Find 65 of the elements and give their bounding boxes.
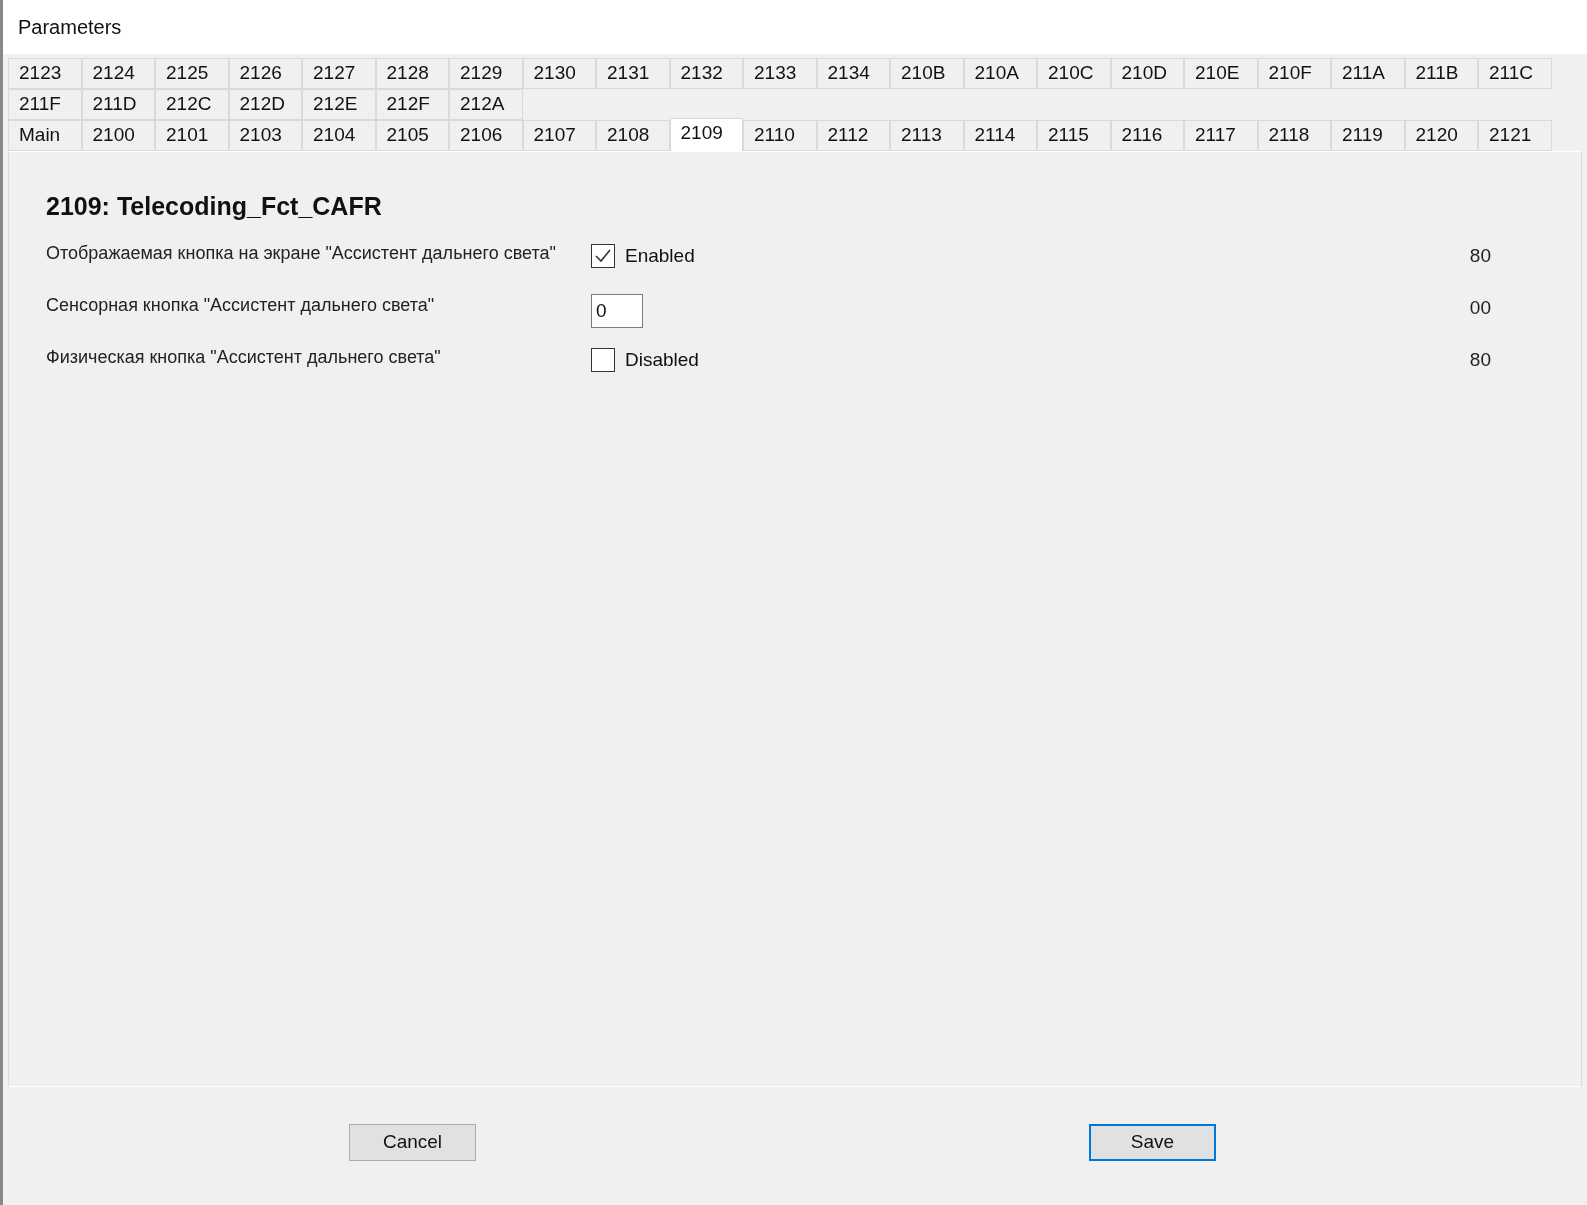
tab[interactable]: 2108 <box>596 120 670 151</box>
tab[interactable]: 2130 <box>522 58 596 89</box>
section-heading: 2109: Telecoding_Fct_CAFR <box>46 191 383 222</box>
tab[interactable]: 2112 <box>816 120 890 151</box>
tab[interactable]: 210C <box>1037 58 1111 89</box>
tab[interactable]: 212E <box>302 89 376 120</box>
checkbox[interactable] <box>591 243 615 268</box>
tab[interactable]: 2105 <box>375 120 449 151</box>
tab[interactable]: 210A <box>963 58 1037 89</box>
tab[interactable]: 2104 <box>302 120 376 151</box>
tab[interactable]: 2113 <box>890 120 964 151</box>
tab[interactable]: 212C <box>155 89 229 120</box>
tab[interactable]: Main <box>8 120 82 151</box>
tab[interactable]: 2103 <box>228 120 302 151</box>
tab[interactable]: 211A <box>1331 58 1405 89</box>
tab[interactable]: 2115 <box>1037 120 1111 151</box>
cancel-button[interactable]: Cancel <box>349 1123 476 1161</box>
tab[interactable]: 2110 <box>743 120 817 151</box>
tab[interactable]: 2124 <box>81 58 155 89</box>
input-field[interactable]: 0 <box>591 293 643 328</box>
tab[interactable]: 210F <box>1257 58 1331 89</box>
tab[interactable]: 211B <box>1404 58 1478 89</box>
tab[interactable]: 210B <box>890 58 964 89</box>
tab[interactable]: 2114 <box>963 120 1037 151</box>
tab[interactable]: 212A <box>449 89 523 120</box>
tab[interactable]: 2129 <box>449 58 523 89</box>
hex-value: 00 <box>1469 295 1491 320</box>
checkbox-label: Disabled <box>625 347 699 372</box>
tab[interactable]: 2106 <box>449 120 523 151</box>
tab[interactable]: 211F <box>8 89 82 120</box>
tab[interactable]: 2131 <box>596 58 670 89</box>
tab[interactable]: 2119 <box>1331 120 1405 151</box>
tab[interactable]: 2117 <box>1184 120 1258 151</box>
field-label: Сенсорная кнопка "Ассистент дальнего света" <box>46 293 436 317</box>
tab[interactable]: 2127 <box>302 58 376 89</box>
tab[interactable]: 2121 <box>1478 120 1552 151</box>
tab[interactable]: 2123 <box>8 58 82 89</box>
tab[interactable]: 2128 <box>375 58 449 89</box>
tab[interactable]: 2134 <box>816 58 890 89</box>
tab[interactable]: 212F <box>375 89 449 120</box>
field-label: Отображаемая кнопка на экране "Ассистент дальнего света" <box>46 241 557 265</box>
tab[interactable]: 2101 <box>155 120 229 151</box>
tab[interactable]: 2100 <box>81 120 155 151</box>
tab[interactable]: 2118 <box>1257 120 1331 151</box>
tab[interactable]: 2132 <box>669 58 743 89</box>
tab[interactable]: 212D <box>228 89 302 120</box>
checkbox[interactable] <box>591 347 615 372</box>
checkbox-label: Enabled <box>625 243 695 268</box>
save-button[interactable]: Save <box>1089 1123 1216 1161</box>
tab[interactable]: 2126 <box>228 58 302 89</box>
tab[interactable]: 210E <box>1184 58 1258 89</box>
tab[interactable]: 2107 <box>522 120 596 151</box>
hex-value: 80 <box>1469 347 1491 372</box>
tab[interactable]: 2133 <box>743 58 817 89</box>
tab[interactable]: 2116 <box>1110 120 1184 151</box>
field-label: Физическая кнопка "Ассистент дальнего света" <box>46 345 442 369</box>
tab[interactable]: 2125 <box>155 58 229 89</box>
tab[interactable]: 211D <box>81 89 155 120</box>
tab[interactable]: 2120 <box>1404 120 1478 151</box>
hex-value: 80 <box>1469 243 1491 268</box>
tab[interactable]: 211C <box>1478 58 1552 89</box>
window-title: Parameters <box>18 15 122 40</box>
checkmark-icon <box>595 248 611 263</box>
tab[interactable]: 210D <box>1110 58 1184 89</box>
tab[interactable]: 2109 <box>669 118 743 151</box>
